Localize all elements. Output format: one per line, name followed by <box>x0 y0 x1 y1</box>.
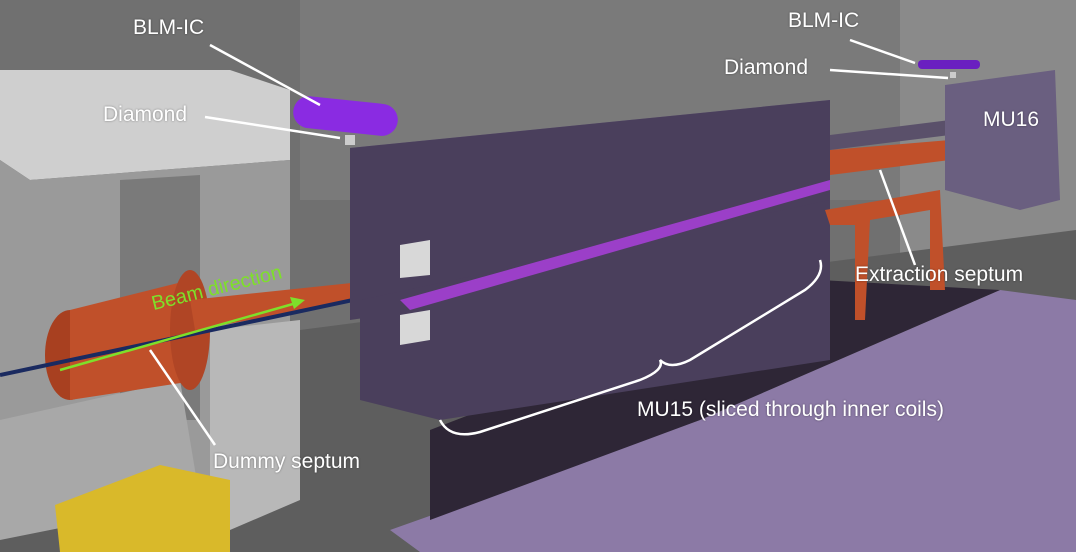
label-diamond-left: Diamond <box>103 103 188 126</box>
label-mu16: MU16 <box>983 108 1040 131</box>
label-mu15: MU15 (sliced through inner coils) <box>637 398 944 421</box>
label-diamond-right: Diamond <box>724 56 809 79</box>
label-dummy-septum: Dummy septum <box>213 450 361 473</box>
diamond-right <box>950 72 956 78</box>
label-blm-ic-left: BLM-IC <box>133 16 205 39</box>
diamond-left <box>345 135 355 145</box>
label-extraction-septum: Extraction septum <box>855 263 1024 286</box>
mu16 <box>945 70 1060 210</box>
label-blm-ic-right: BLM-IC <box>788 9 860 32</box>
blm-ic-right <box>918 60 980 69</box>
